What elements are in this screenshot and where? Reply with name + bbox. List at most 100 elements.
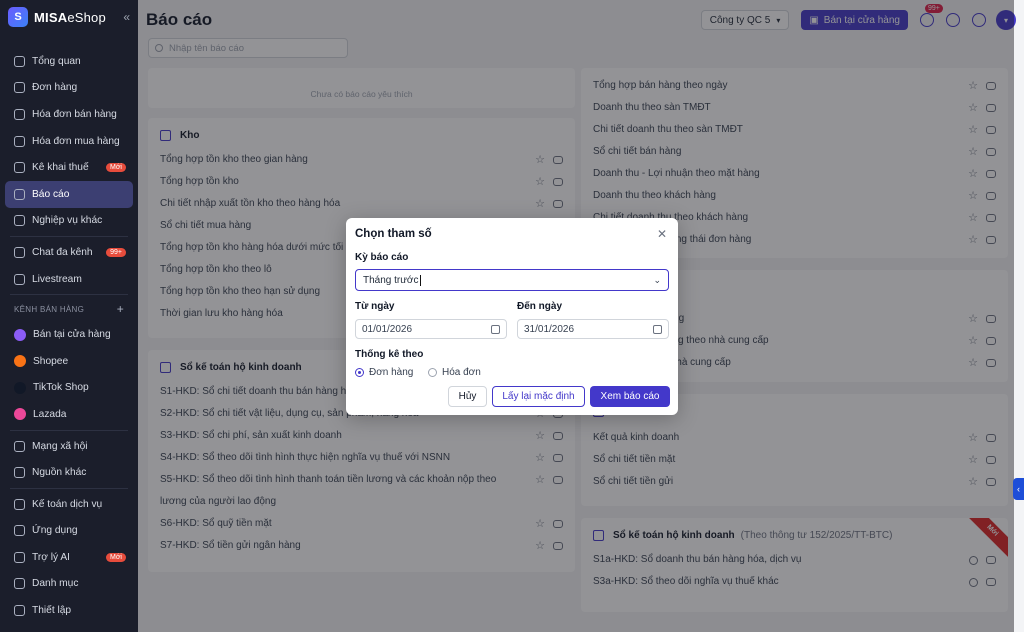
stat-by-label: Thống kê theo — [355, 349, 424, 360]
to-date-value: 31/01/2026 — [524, 323, 575, 335]
sidebar-item-label: Trợ lý AI — [32, 551, 70, 563]
channel-icon — [14, 328, 26, 341]
sidebar-item-items-4[interactable]: Kê khai thuế Mới — [0, 154, 138, 181]
calendar-icon[interactable] — [653, 324, 662, 334]
divider — [10, 429, 128, 431]
sidebar-item-label: Thiết lập — [32, 605, 72, 617]
sidebar-item-label: Đơn hàng — [32, 82, 78, 94]
radio-invoice[interactable]: Hóa đơn — [428, 367, 481, 378]
from-date-value: 01/01/2026 — [362, 323, 413, 335]
from-date-input[interactable]: 01/01/2026 — [355, 319, 507, 339]
channel-icon — [14, 355, 26, 368]
sidebar-item-items-0[interactable]: Tổng quan — [0, 48, 138, 75]
from-date-label: Từ ngày — [355, 301, 395, 312]
sidebar-badge: 99+ — [106, 247, 126, 257]
sidebar-item-items4-0[interactable]: Kế toán dịch vụ — [0, 491, 138, 518]
misa-logo-icon: S — [8, 7, 28, 27]
menu-icon — [14, 55, 25, 67]
sidebar-item-label: Kế toán dịch vụ — [32, 498, 103, 510]
menu-icon — [14, 440, 25, 452]
radio-invoice-label: Hóa đơn — [442, 367, 481, 378]
period-label: Kỳ báo cáo — [355, 252, 409, 263]
menu-icon — [14, 135, 25, 147]
menu-icon — [14, 578, 25, 590]
channel-icon — [14, 408, 26, 421]
brand-name: MISAeShop — [34, 9, 106, 25]
period-select[interactable]: Tháng trước ⌄ — [355, 269, 669, 291]
sidebar-item-label: Kê khai thuế — [32, 162, 89, 174]
sidebar-item-channels-2[interactable]: TikTok Shop — [0, 375, 138, 402]
sidebar-item-label: Danh mục — [32, 578, 79, 590]
menu-icon — [14, 498, 25, 510]
text-cursor — [419, 274, 421, 286]
sidebar-item-label: Hóa đơn bán hàng — [32, 108, 117, 120]
radio-order[interactable]: Đơn hàng — [355, 367, 413, 378]
sidebar-item-channels-1[interactable]: Shopee — [0, 348, 138, 375]
divider — [10, 487, 128, 489]
sidebar-item-label: Tổng quan — [32, 55, 81, 67]
calendar-icon[interactable] — [491, 324, 500, 334]
menu-icon — [14, 188, 25, 200]
sidebar-item-items2-0[interactable]: Chat đa kênh 99+ — [0, 239, 138, 266]
dialog-title: Chọn tham số — [355, 228, 432, 240]
sidebar-item-items-5[interactable]: Báo cáo — [5, 180, 133, 208]
sidebar-item-label: Shopee — [33, 355, 69, 367]
sales-channel-section: KÊNH BÁN HÀNG + — [0, 297, 138, 321]
menu-icon — [14, 215, 25, 227]
menu-icon — [14, 551, 25, 563]
reset-default-button[interactable]: Lấy lại mặc định — [492, 386, 585, 407]
period-value: Tháng trước — [363, 274, 419, 286]
sidebar-item-channels-3[interactable]: Lazada — [0, 401, 138, 428]
menu-icon — [14, 162, 25, 174]
sidebar-item-label: Bán tại cửa hàng — [33, 329, 111, 341]
sidebar-item-items4-1[interactable]: Ứng dụng — [0, 518, 138, 545]
to-date-input[interactable]: 31/01/2026 — [517, 319, 669, 339]
sidebar: S MISAeShop « Tổng quan Đơn hàng Hóa đơn b… — [0, 0, 138, 632]
radio-checked-icon — [355, 368, 364, 377]
sidebar-item-items2-1[interactable]: Livestream — [0, 266, 138, 293]
divider — [10, 236, 128, 238]
sidebar-item-items-2[interactable]: Hóa đơn bán hàng — [0, 101, 138, 128]
menu-icon — [14, 273, 25, 285]
sidebar-item-label: Nguồn khác — [32, 467, 87, 479]
cancel-button[interactable]: Hủy — [448, 386, 487, 407]
menu-icon — [14, 108, 25, 120]
sidebar-item-label: Mạng xã hội — [32, 440, 88, 452]
sidebar-item-label: Chat đa kênh — [32, 246, 93, 258]
collapse-sidebar-icon[interactable]: « — [123, 10, 130, 24]
sidebar-nav: Tổng quan Đơn hàng Hóa đơn bán hàng Hóa đơn… — [0, 48, 138, 624]
sidebar-item-items-3[interactable]: Hóa đơn mua hàng — [0, 128, 138, 155]
sidebar-item-label: Hóa đơn mua hàng — [32, 135, 120, 147]
menu-icon — [14, 605, 25, 617]
sidebar-item-channels-0[interactable]: Bán tại cửa hàng — [0, 321, 138, 348]
sidebar-item-label: Lazada — [33, 408, 67, 420]
sidebar-item-items3-1[interactable]: Nguồn khác — [0, 459, 138, 486]
sidebar-item-items4-2[interactable]: Trợ lý AI Mới — [0, 544, 138, 571]
view-report-button[interactable]: Xem báo cáo — [590, 386, 670, 407]
sidebar-badge: Mới — [106, 163, 126, 173]
add-channel-icon[interactable]: + — [117, 302, 124, 316]
sidebar-item-label: Báo cáo — [32, 188, 70, 200]
close-icon[interactable]: ✕ — [657, 227, 667, 241]
menu-icon — [14, 525, 25, 537]
sidebar-item-items-6[interactable]: Nghiệp vụ khác — [0, 208, 138, 235]
expand-panel-icon[interactable]: ‹ — [1013, 478, 1024, 500]
parameter-dialog: Chọn tham số ✕ Kỳ báo cáo Tháng trước ⌄ … — [346, 218, 678, 415]
sidebar-item-items3-0[interactable]: Mạng xã hội — [0, 433, 138, 460]
sidebar-item-items-1[interactable]: Đơn hàng — [0, 75, 138, 102]
sidebar-item-items4-3[interactable]: Danh mục — [0, 571, 138, 598]
to-date-label: Đến ngày — [517, 301, 563, 312]
channel-icon — [14, 381, 26, 394]
sidebar-item-label: Livestream — [32, 273, 82, 285]
radio-order-label: Đơn hàng — [369, 367, 414, 378]
menu-icon — [14, 467, 25, 479]
menu-icon — [14, 246, 25, 258]
section-label: KÊNH BÁN HÀNG — [14, 304, 85, 314]
divider — [10, 294, 128, 296]
chevron-down-icon: ⌄ — [653, 274, 661, 285]
sidebar-item-label: Nghiệp vụ khác — [32, 215, 103, 227]
radio-unchecked-icon — [428, 368, 437, 377]
sidebar-item-label: Ứng dụng — [32, 525, 78, 537]
sidebar-badge: Mới — [106, 552, 126, 562]
sidebar-item-items4-4[interactable]: Thiết lập — [0, 597, 138, 624]
